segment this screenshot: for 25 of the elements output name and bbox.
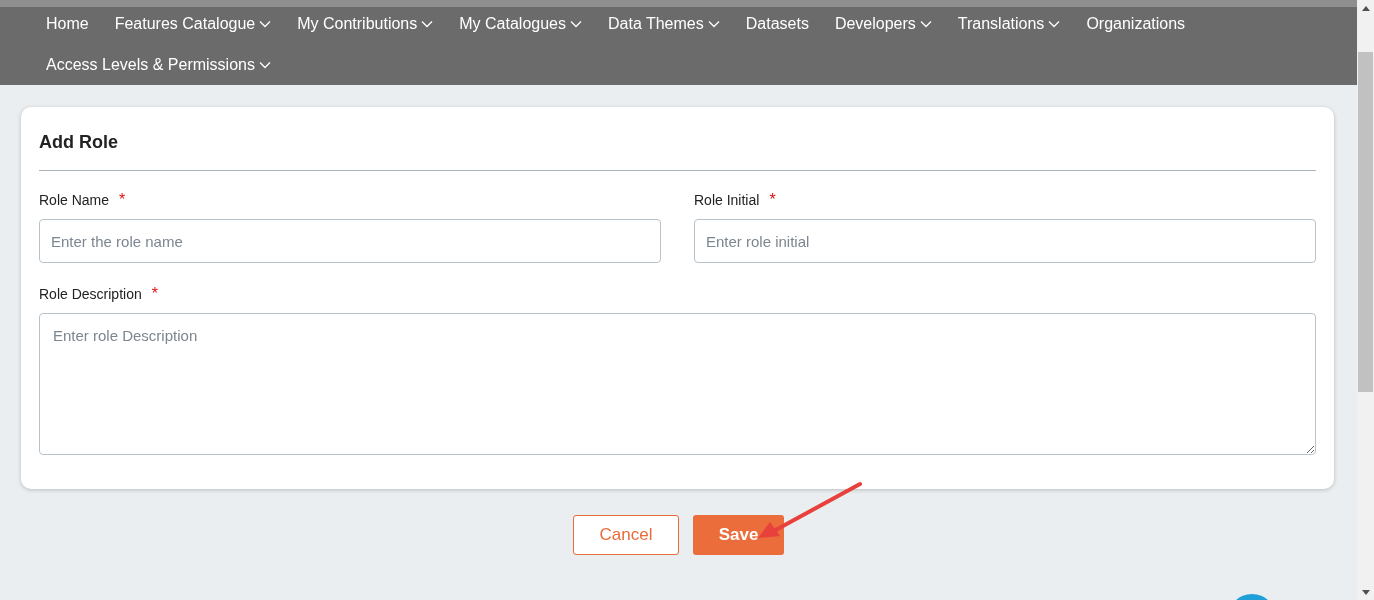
scroll-down-icon[interactable] (1360, 588, 1371, 596)
description-field[interactable]: Enter role Description (39, 313, 1316, 455)
required-asterisk: * (151, 285, 158, 303)
input-field[interactable]: Enter role initial (694, 219, 1316, 263)
cancel-button[interactable]: Cancel (573, 515, 679, 555)
required-asterisk: * (119, 191, 126, 209)
required-asterisk: * (769, 191, 776, 209)
save-button[interactable]: Save (693, 515, 784, 555)
nav-link[interactable]: Datasets (745, 8, 809, 40)
input-field[interactable]: Enter the role name (39, 219, 661, 263)
field-label: Role Name (39, 192, 110, 208)
nav-link[interactable]: Home (46, 8, 89, 40)
form-title: Add Role (39, 107, 1316, 171)
nav-link[interactable]: Translations (957, 8, 1061, 40)
field-label: Role Initial (694, 192, 760, 208)
nav-link[interactable]: My Catalogues (459, 8, 582, 40)
nav-link[interactable]: Features Catalogue (114, 8, 272, 40)
scrollbar[interactable] (1357, 0, 1374, 600)
scroll-up-icon[interactable] (1360, 4, 1371, 12)
nav-link[interactable]: Access Levels & Permissions (46, 49, 271, 81)
field-label: Role Description (39, 286, 142, 302)
nav-link[interactable]: Data Themes (608, 8, 720, 40)
nav-link[interactable]: Developers (834, 8, 932, 40)
nav-link[interactable]: My Contributions (297, 8, 434, 40)
nav-link[interactable]: Organizations (1086, 8, 1186, 40)
